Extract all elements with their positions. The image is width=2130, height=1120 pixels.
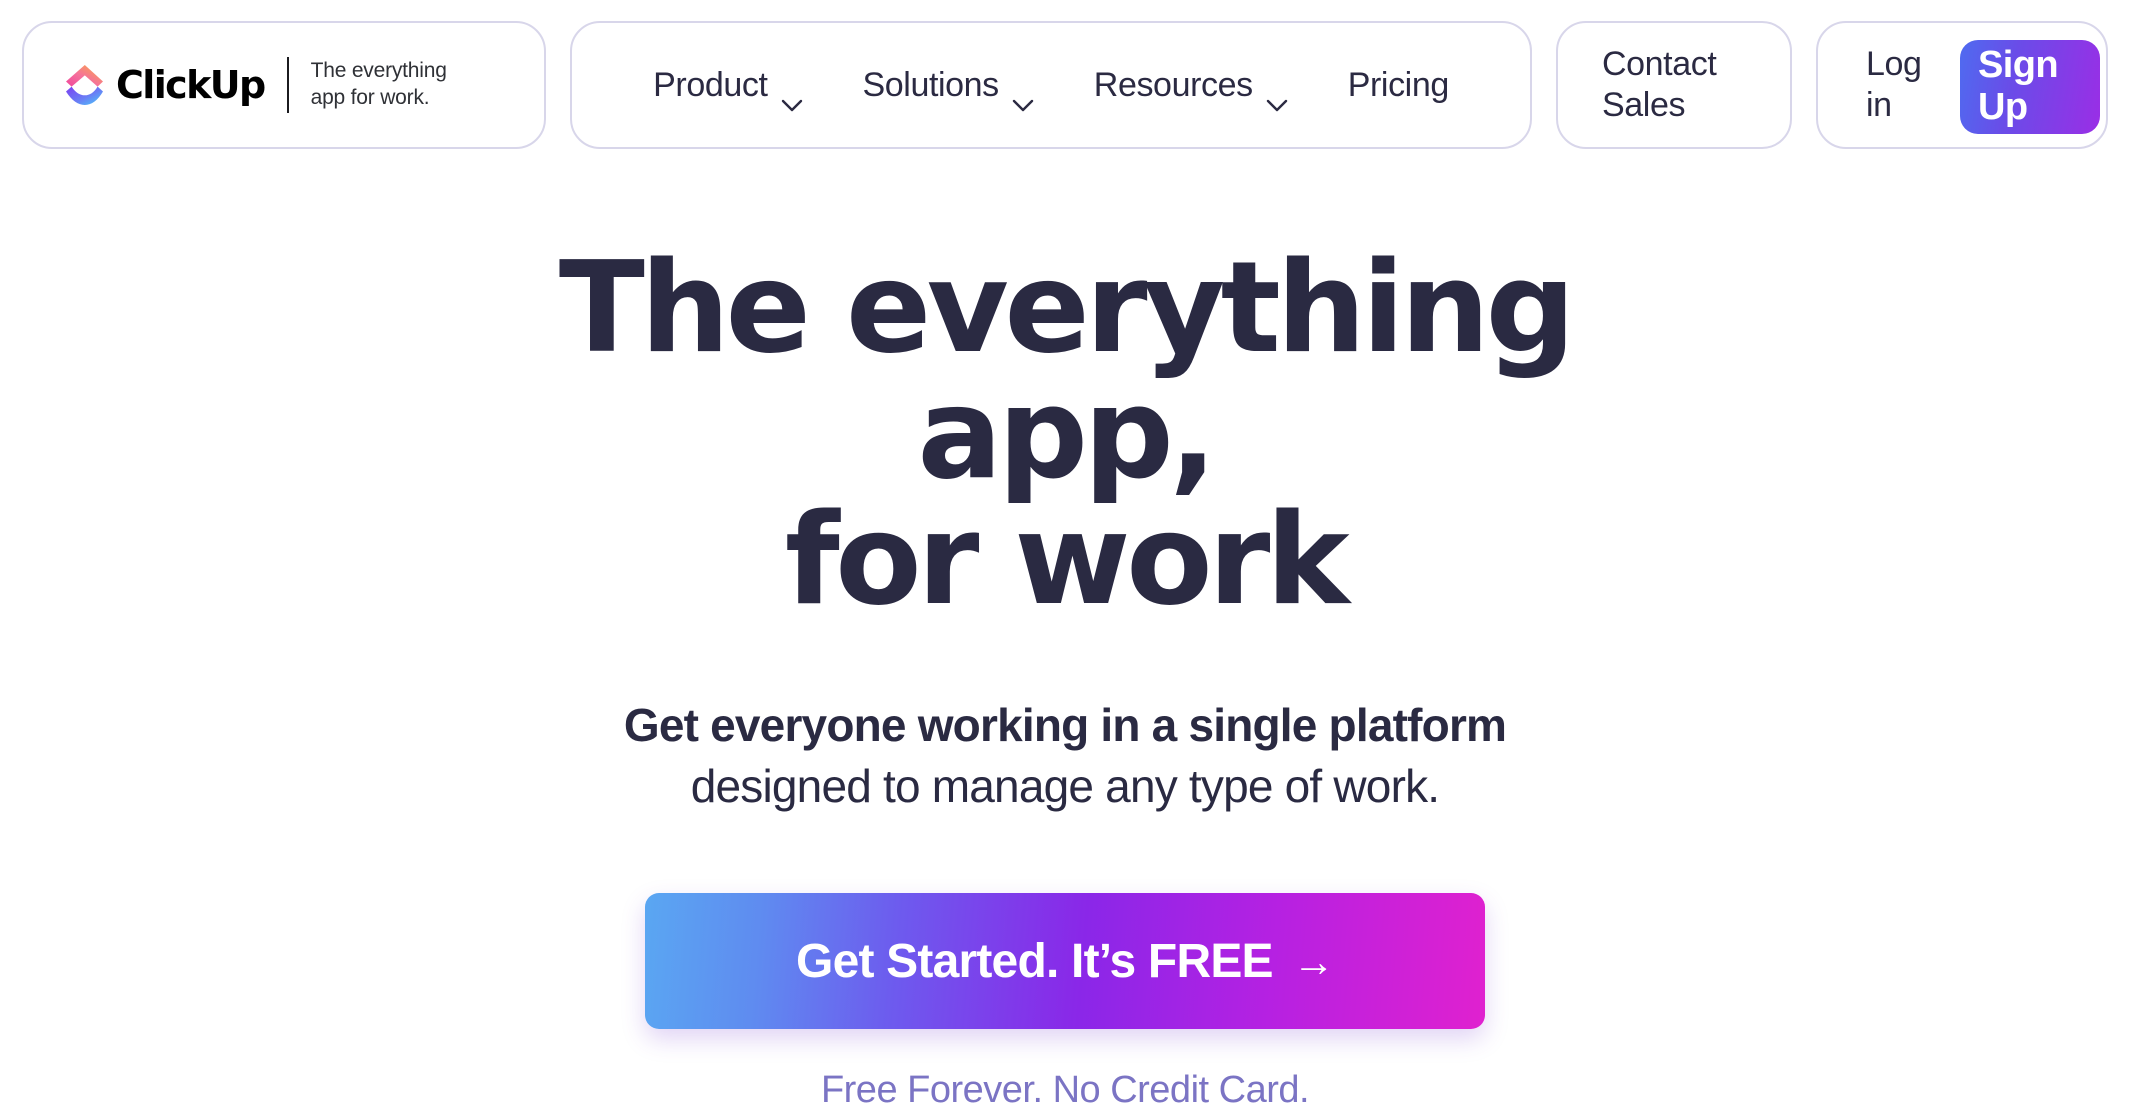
log-in-line2: in [1866,86,1892,124]
log-in-link[interactable]: Log in [1866,44,1956,127]
logo-wordmark: ClickUp [116,63,266,107]
log-in-line1: Log [1866,44,1922,83]
hero-subtitle-bold: Get everyone working in a single platfor… [623,699,1507,751]
landing-page: ClickUp The everything app for work. Pro… [0,0,2130,1120]
cta-wrapper: Get Started. It’s FREE → [0,893,2130,1030]
arrow-right-icon: → [1292,938,1335,986]
chevron-down-icon [1266,82,1288,111]
contact-sales-link[interactable]: Contact Sales [1602,44,1717,127]
logo-divider [286,57,289,113]
nav-item-resources[interactable]: Resources [1064,65,1318,111]
contact-sales-line1: Contact [1602,44,1717,83]
logo-container[interactable]: ClickUp The everything app for work. [22,21,546,149]
chevron-down-icon [1012,82,1034,111]
logo-tagline-line1: The everything [310,59,447,83]
nav-item-list: Product Solutions Resources Pricing [623,65,1479,111]
nav-item-product-label: Product [653,65,768,104]
hero-subtitle-rest: designed to manage any type of work. [690,760,1440,813]
logo-tagline: The everything app for work. [311,58,447,112]
nav-item-solutions[interactable]: Solutions [833,65,1064,111]
nav-item-product[interactable]: Product [623,65,832,111]
cta-disclaimer: Free Forever. No Credit Card. [820,1069,1310,1112]
logo-tagline-line2: app for work. [310,86,430,109]
contact-sales-container[interactable]: Contact Sales [1556,21,1792,149]
auth-container: Log in Sign Up [1816,21,2108,149]
sign-up-button[interactable]: Sign Up [1960,40,2100,134]
hero-subtitle: Get everyone working in a single platfor… [580,695,1550,817]
contact-sales-line2: Sales [1602,86,1686,124]
get-started-button[interactable]: Get Started. It’s FREE → [645,893,1485,1030]
hero-section: The everything app, for work Get everyon… [0,149,2130,1112]
page-title: The everything app, for work [475,245,1655,623]
chevron-down-icon [781,82,803,111]
sign-up-line1: Sign [1978,44,2059,87]
nav-item-pricing-label: Pricing [1347,65,1450,104]
sign-up-line2: Up [1978,86,2028,128]
get-started-label: Get Started. It’s FREE [796,934,1274,988]
logo-lockup[interactable]: ClickUp The everything app for work. [64,57,447,113]
page-title-line2: for work [784,486,1350,633]
page-title-line1: The everything app, [558,234,1576,507]
nav-item-solutions-label: Solutions [862,65,1000,104]
site-header: ClickUp The everything app for work. Pro… [0,21,2130,149]
clickup-logo-icon [64,62,106,108]
main-navigation: Product Solutions Resources Pricing [570,21,1532,149]
nav-item-pricing[interactable]: Pricing [1318,66,1479,105]
nav-item-resources-label: Resources [1093,65,1253,104]
